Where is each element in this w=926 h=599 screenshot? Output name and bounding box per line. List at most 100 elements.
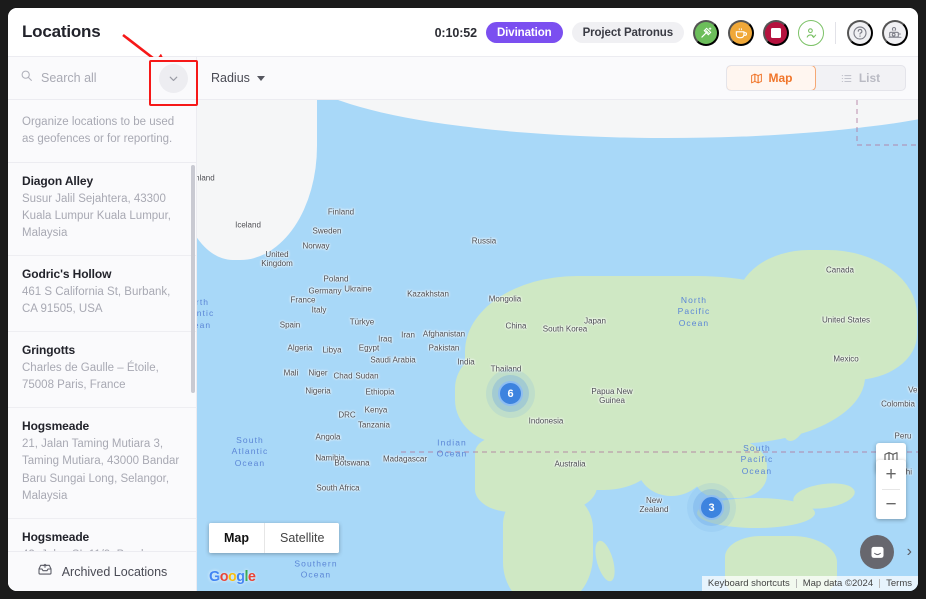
map-region-label: Spain [279, 320, 301, 330]
list-item[interactable]: Gringotts Charles de Gaulle – Étoile, 75… [8, 332, 196, 408]
toolbar-divider [835, 21, 836, 44]
location-name: Gringotts [22, 342, 76, 357]
map-region-label: Mali [283, 368, 299, 378]
list-item[interactable]: Hogsmeade 21, Jalan Taming Mutiara 3, Ta… [8, 408, 196, 519]
map-canvas[interactable]: Greenland Iceland Finland Sweden Norway Unite… [197, 100, 918, 591]
landmass-madagascar [591, 538, 619, 584]
map-region-label: Ven [908, 385, 918, 395]
app-window: Locations 0:10:52 Divination Project Pat… [8, 8, 918, 591]
list-item[interactable]: Hogsmeade 42, Jalan SL 11/9, Bandar Sung… [8, 519, 196, 551]
zoom-in-button[interactable]: + [876, 460, 906, 489]
map-region-label: Mongolia [488, 294, 522, 304]
map-toolbar: Radius Map List [197, 57, 918, 100]
locations-list[interactable]: Diagon Alley Susur Jalil Sejahtera, 4330… [8, 163, 196, 551]
location-address: Charles de Gaulle – Étoile, 75008 Paris,… [22, 361, 159, 392]
project-tag-badge[interactable]: Divination [485, 22, 563, 43]
map-region-label: Japan [584, 316, 606, 326]
map-region-label: United States [821, 315, 871, 325]
stop-timer-icon[interactable] [763, 19, 789, 46]
map-region-label: Thailand [490, 364, 522, 374]
location-name: Diagon Alley [22, 173, 94, 188]
next-chevron-icon[interactable]: › [907, 543, 912, 561]
map-region-label: Mexico [833, 354, 859, 364]
search-icon [20, 69, 33, 87]
map-region-label: Libya [322, 345, 342, 355]
project-name-badge[interactable]: Project Patronus [571, 22, 684, 43]
map-region-label: Sudan [355, 371, 379, 381]
map-region-label: Australia [554, 459, 586, 469]
user-check-icon[interactable] [798, 19, 824, 46]
map-region-label: Kenya [364, 405, 388, 415]
map-cluster-marker[interactable]: 6 [498, 381, 523, 406]
map-region-label: Poland [323, 274, 349, 284]
map-ocean-label: South Atlantic Ocean [231, 434, 269, 468]
sidebar-hint: Organize locations to be used as geofenc… [8, 100, 196, 163]
map-region-label: France [290, 295, 316, 305]
map-region-label: Angola [315, 432, 341, 442]
map-region-label: Sweden [312, 226, 342, 236]
map-region-label: Nigeria [305, 386, 331, 396]
landmass-greenland [197, 100, 317, 260]
map-region-label: Greenland [197, 173, 215, 183]
chat-launcher-button[interactable] [860, 535, 894, 569]
keyboard-shortcuts-link[interactable]: Keyboard shortcuts [702, 578, 796, 589]
map-ocean-label: NorthAtlanticOcean [197, 296, 215, 330]
expand-filters-button[interactable] [159, 64, 188, 93]
map-region-label: Pakistan [428, 343, 460, 353]
tab-list-view[interactable]: List [815, 66, 905, 90]
search-input[interactable] [41, 71, 137, 85]
zoom-out-button[interactable]: − [876, 490, 906, 519]
archived-locations-button[interactable]: Archived Locations [8, 551, 196, 591]
page-title: Locations [22, 22, 101, 41]
list-item[interactable]: Godric's Hollow 461 S California St, Bur… [8, 256, 196, 332]
projector-icon[interactable] [882, 19, 908, 46]
view-toggle-group: Map List [726, 65, 906, 91]
top-bar: Locations 0:10:52 Divination Project Pat… [8, 8, 918, 72]
map-data-copyright: Map data ©2024 [802, 578, 874, 589]
top-bar-right-group: 0:10:52 Divination Project Patronus [435, 8, 908, 57]
map-region-label: Algeria [287, 343, 313, 353]
map-style-satellite-button[interactable]: Satellite [265, 523, 340, 553]
map-region-label: South Africa [316, 483, 360, 493]
map-region-label: China [505, 321, 527, 331]
sidebar-scrollbar[interactable] [191, 164, 195, 393]
location-address: 21, Jalan Taming Mutiara 3, Taming Mutia… [22, 437, 180, 503]
map-region-label: Iraq [378, 334, 392, 344]
map-panel: Radius Map List nland Iceland Finland Sw… [197, 57, 918, 591]
location-name: Hogsmeade [22, 418, 90, 433]
tab-list-label: List [858, 71, 881, 85]
tab-map-label: Map [768, 71, 793, 85]
terms-link[interactable]: Terms [880, 578, 918, 589]
help-icon[interactable] [847, 19, 873, 46]
map-region-label: Russia [471, 236, 497, 246]
map-region-label: DRC [338, 410, 356, 420]
list-icon [841, 74, 852, 82]
map-region-label: Türkye [349, 317, 375, 327]
map-region-label: New Zealand [639, 496, 669, 514]
map-zoom-controls: + − [876, 460, 906, 519]
track-activity-icon[interactable] [693, 19, 719, 46]
chat-smiley-icon [870, 546, 884, 558]
map-region-label: Afghanistan [422, 329, 466, 339]
location-name: Hogsmeade [22, 529, 90, 544]
radius-dropdown[interactable]: Radius [211, 71, 265, 85]
archive-box-icon [37, 561, 53, 582]
map-region-label: Niger [308, 368, 328, 378]
main-body: Organize locations to be used as geofenc… [8, 57, 918, 591]
map-region-label: Finland [327, 207, 355, 217]
map-ocean-label: South Pacific Ocean [740, 442, 774, 476]
tab-map-view[interactable]: Map [727, 66, 816, 90]
chevron-down-icon [169, 76, 178, 81]
location-address: 42, Jalan SL 11/9, Bandar Sungai Long, 4… [22, 547, 182, 551]
map-ocean-label: Southern Ocean [294, 558, 338, 580]
list-item[interactable]: Diagon Alley Susur Jalil Sejahtera, 4330… [8, 163, 196, 256]
break-coffee-icon[interactable] [728, 19, 754, 46]
map-region-label: Norway [302, 241, 330, 251]
locations-sidebar: Organize locations to be used as geofenc… [8, 57, 197, 591]
map-region-label: Madagascar [382, 454, 428, 464]
map-style-map-button[interactable]: Map [209, 523, 264, 553]
map-region-label: Ethiopia [365, 387, 395, 397]
archived-locations-label: Archived Locations [61, 564, 168, 579]
map-cluster-marker[interactable]: 3 [699, 495, 724, 520]
location-address: Susur Jalil Sejahtera, 43300 Kuala Lumpu… [22, 192, 171, 240]
